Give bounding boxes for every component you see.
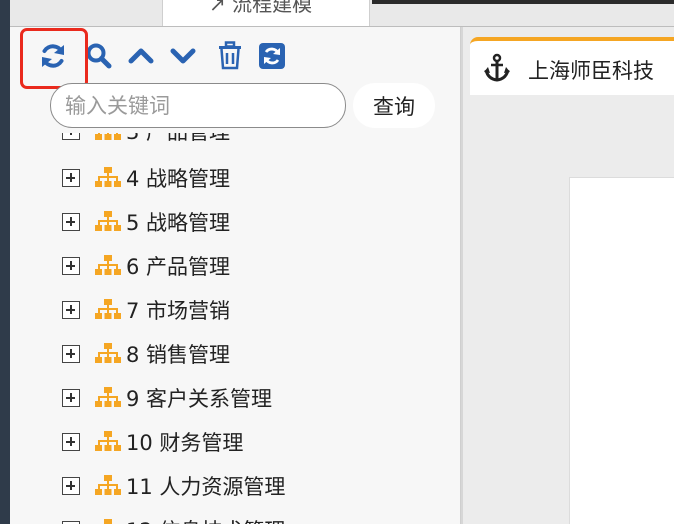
keyword-search-input[interactable] [50, 83, 346, 128]
org-chart-icon [95, 299, 121, 319]
tree-node[interactable]: 4 战略管理 [62, 163, 230, 193]
move-up-button[interactable] [126, 39, 156, 73]
move-down-button[interactable] [168, 39, 198, 73]
expand-icon[interactable] [62, 257, 80, 275]
tree-node[interactable]: 7 市场营销 [62, 295, 230, 325]
chevron-down-icon [170, 48, 196, 64]
search-button[interactable] [84, 39, 114, 73]
org-chart-icon [95, 255, 121, 275]
sync-button[interactable] [257, 39, 287, 73]
org-chart-icon [95, 431, 121, 451]
org-chart-icon [95, 133, 121, 140]
topbar-divider [372, 0, 674, 4]
org-chart-icon [95, 167, 121, 187]
expand-icon[interactable] [62, 301, 80, 319]
document-preview [569, 177, 674, 524]
expand-icon[interactable] [62, 133, 80, 140]
tree-node-label: 10 财务管理 [126, 431, 244, 455]
tree-node[interactable]: 10 财务管理 [62, 427, 243, 457]
expand-icon[interactable] [62, 477, 80, 495]
tree-node[interactable]: 12 信息技术管理 [62, 515, 285, 524]
tree-node[interactable]: 8 销售管理 [62, 339, 230, 369]
expand-icon[interactable] [62, 345, 80, 363]
sync-icon [259, 43, 285, 69]
query-button[interactable]: 查询 [353, 83, 435, 128]
tree-node-label: 5 战略管理 [126, 211, 231, 235]
org-chart-icon [95, 475, 121, 495]
tree-node-label: 6 产品管理 [126, 255, 231, 279]
refresh-icon [42, 44, 64, 68]
tree-node-label: 8 销售管理 [126, 343, 231, 367]
tab-process-modeling[interactable]: ↗ 流程建模 [162, 0, 370, 26]
org-chart-icon [95, 211, 121, 231]
tree-node-label: 3 产品管理 [126, 133, 230, 146]
refresh-button[interactable] [38, 39, 68, 73]
tab-label: ↗ 流程建模 [209, 0, 313, 16]
tree-node-label: 12 信息技术管理 [126, 515, 285, 524]
tree-node[interactable]: 11 人力资源管理 [62, 471, 285, 501]
anchor-icon [484, 53, 510, 82]
trash-icon [219, 41, 241, 70]
tree-node-label: 7 市场营销 [126, 299, 231, 323]
tree-node[interactable]: 5 战略管理 [62, 207, 230, 237]
top-tab-bar: ↗ 流程建模 [10, 0, 674, 27]
expand-icon[interactable] [62, 169, 80, 187]
tree-node[interactable]: 9 客户关系管理 [62, 383, 272, 413]
tree-node[interactable]: 3 产品管理 [62, 133, 230, 146]
org-chart-icon [95, 387, 121, 407]
chevron-up-icon [128, 48, 154, 64]
process-tree: 3 产品管理 4 战略管理 5 战略管理 6 产品管理 7 市场营销 8 销售管… [0, 133, 451, 524]
search-icon [86, 43, 112, 69]
tree-node[interactable]: 6 产品管理 [62, 251, 230, 281]
expand-icon[interactable] [62, 389, 80, 407]
tree-node-label: 9 客户关系管理 [126, 387, 273, 411]
tree-node-label: 11 人力资源管理 [126, 475, 286, 499]
expand-icon[interactable] [62, 213, 80, 231]
tree-node-label: 4 战略管理 [126, 167, 231, 191]
company-tab[interactable]: 上海师臣科技 [470, 37, 674, 95]
org-chart-icon [104, 519, 112, 524]
delete-button[interactable] [215, 39, 245, 73]
expand-icon[interactable] [62, 433, 80, 451]
org-chart-icon [95, 343, 121, 363]
company-tab-label: 上海师臣科技 [528, 59, 654, 83]
